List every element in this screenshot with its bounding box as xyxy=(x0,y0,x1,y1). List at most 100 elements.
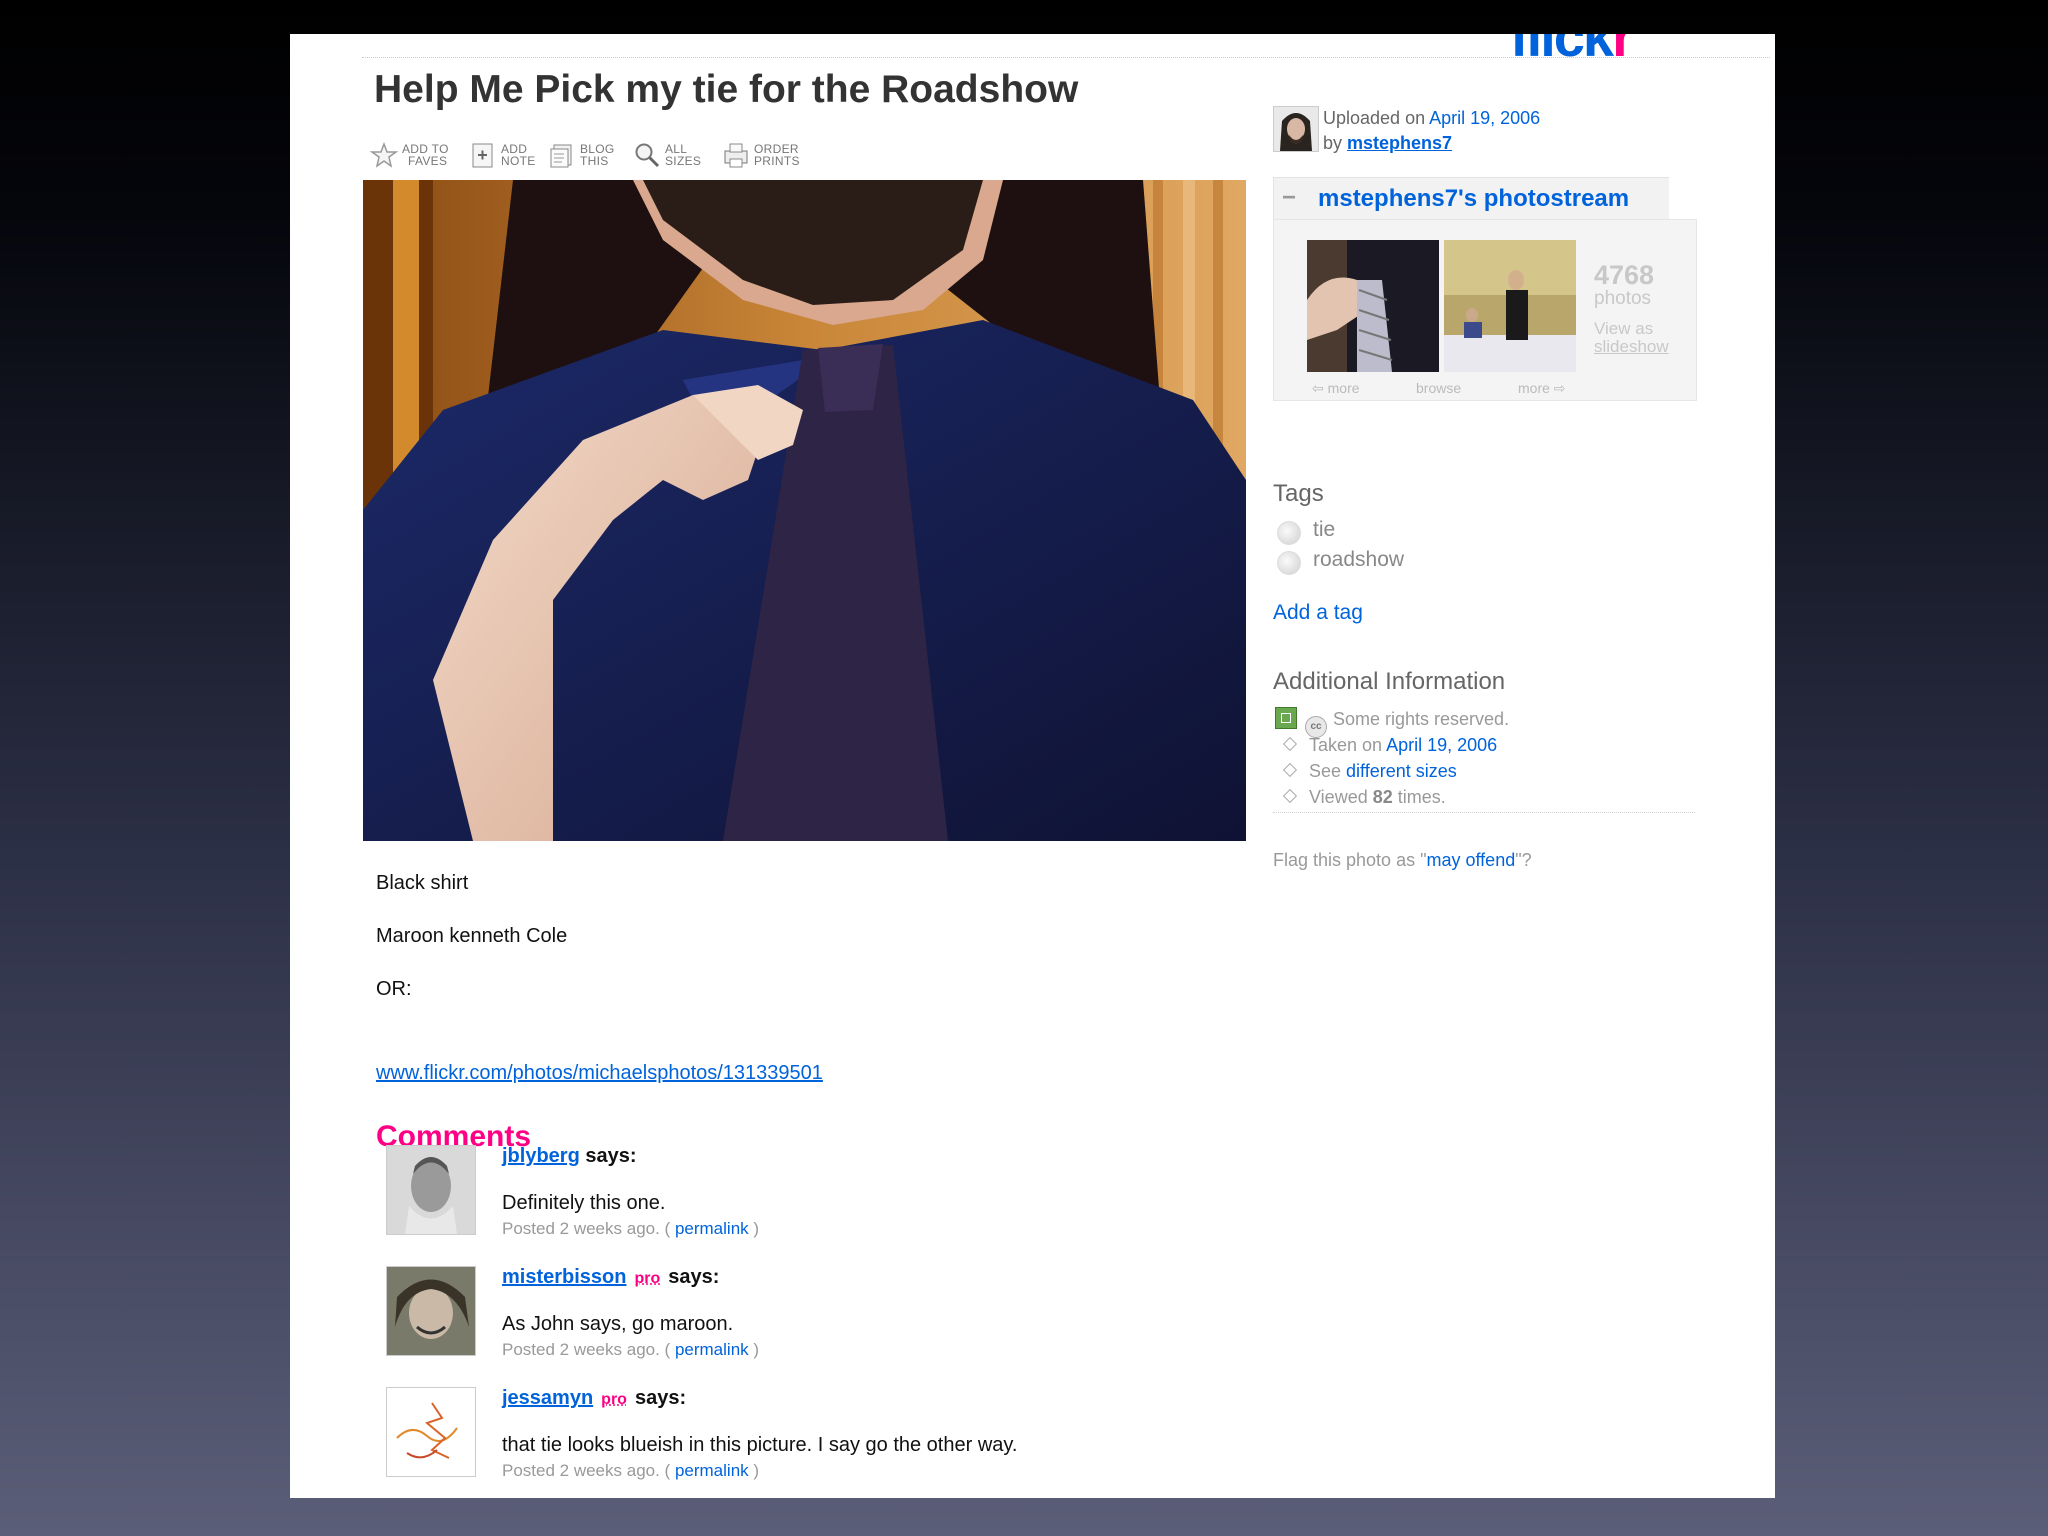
photostream-thumb-current[interactable] xyxy=(1307,240,1439,372)
by-label: by xyxy=(1323,133,1343,153)
viewed-suffix: times. xyxy=(1397,787,1446,807)
collapse-icon[interactable]: − xyxy=(1282,184,1296,212)
description-link[interactable]: www.flickr.com/photos/michaelsphotos/131… xyxy=(376,1062,823,1085)
permalink-link[interactable]: permalink xyxy=(675,1340,749,1359)
comment-meta: Posted 2 weeks ago. ( permalink ) xyxy=(502,1219,759,1239)
description-line: Maroon kenneth Cole xyxy=(376,925,568,947)
bullet-icon xyxy=(1282,762,1298,778)
additional-info-heading: Additional Information xyxy=(1273,668,1506,695)
uploaded-label: Uploaded on xyxy=(1323,108,1426,128)
flag-prefix: Flag this photo as " xyxy=(1273,850,1427,870)
avatar-image xyxy=(387,1267,475,1355)
tag-globe-icon xyxy=(1277,521,1301,545)
pro-badge[interactable]: pro xyxy=(601,1391,627,1408)
comment-text: As John says, go maroon. xyxy=(502,1313,734,1335)
uploaded-date-link[interactable]: April 19, 2006 xyxy=(1429,108,1540,128)
description-line: OR: xyxy=(376,978,412,1000)
tag-globe-icon xyxy=(1277,551,1301,575)
flag-suffix: "? xyxy=(1515,850,1532,870)
toolbar-label: SIZES xyxy=(665,154,702,168)
add-note-icon xyxy=(472,143,493,168)
taken-label: Taken on xyxy=(1309,735,1383,755)
comment-item: misterbisson pro says: As John says, go ma… xyxy=(386,1266,1106,1366)
photostream-link[interactable]: mstephens7's photostream xyxy=(1318,185,1629,213)
header-divider xyxy=(362,57,1770,58)
magnifier-icon xyxy=(635,143,660,168)
paren-close: ) xyxy=(753,1219,760,1238)
comment-text: Definitely this one. xyxy=(502,1192,666,1214)
toolbar-label: FAVES xyxy=(408,154,448,168)
photo-image xyxy=(363,180,1246,841)
toolbar-label: THIS xyxy=(580,154,609,168)
comment-meta: Posted 2 weeks ago. ( permalink ) xyxy=(502,1461,759,1481)
prints-icon xyxy=(724,143,748,168)
permalink-link[interactable]: permalink xyxy=(675,1219,749,1238)
paren-close: ) xyxy=(753,1461,760,1480)
photo-title: Help Me Pick my tie for the Roadshow xyxy=(374,68,1079,111)
different-sizes-link[interactable]: different sizes xyxy=(1346,761,1457,781)
view-as-label: View as xyxy=(1594,319,1654,338)
add-tag-link[interactable]: Add a tag xyxy=(1273,601,1363,625)
sizes-line: See different sizes xyxy=(1273,761,1457,782)
flag-line: Flag this photo as "may offend"? xyxy=(1273,850,1532,871)
comment-item: jessamyn pro says: that tie looks blueish … xyxy=(386,1387,1106,1487)
thumb-image xyxy=(1307,240,1439,372)
rights-text[interactable]: Some rights reserved. xyxy=(1333,709,1509,729)
photostream-tab: − mstephens7's photostream xyxy=(1273,177,1669,220)
photo-count-label: photos xyxy=(1594,288,1652,309)
comment-meta: Posted 2 weeks ago. ( permalink ) xyxy=(502,1340,759,1360)
posted-text: Posted 2 weeks ago. ( xyxy=(502,1461,671,1480)
comment-text: that tie looks blueish in this picture. … xyxy=(502,1434,1018,1456)
flickr-logo[interactable]: flickr xyxy=(1510,34,1634,69)
avatar[interactable] xyxy=(386,1145,476,1235)
slideshow-link[interactable]: slideshow xyxy=(1594,337,1669,356)
photostream-box: 4768 photos View as slideshow ⇦ more brow… xyxy=(1273,219,1697,401)
taken-date-link[interactable]: April 19, 2006 xyxy=(1386,735,1497,755)
paren-close: ) xyxy=(753,1340,760,1359)
tag-label: tie xyxy=(1313,518,1336,541)
avatar[interactable] xyxy=(386,1387,476,1477)
tag-label: roadshow xyxy=(1313,548,1405,571)
avatar-image xyxy=(387,1388,475,1476)
main-photo[interactable] xyxy=(363,180,1246,841)
cc-license-icon[interactable] xyxy=(1275,707,1297,729)
pro-badge[interactable]: pro xyxy=(634,1270,660,1287)
toolbar-label: PRINTS xyxy=(754,154,800,168)
thumb-image xyxy=(1444,240,1576,372)
logo-text: flick xyxy=(1510,34,1614,68)
toolbar-label: NOTE xyxy=(501,154,536,168)
previous-more-link[interactable]: ⇦ more xyxy=(1312,380,1360,397)
photo-count: 4768 xyxy=(1594,260,1655,290)
permalink-link[interactable]: permalink xyxy=(675,1461,749,1480)
tags-heading: Tags xyxy=(1273,480,1324,507)
says-label: says: xyxy=(634,1387,687,1409)
bullet-icon xyxy=(1282,736,1298,752)
views-line: Viewed 82 times. xyxy=(1273,787,1446,808)
viewed-label: Viewed xyxy=(1309,787,1368,807)
posted-text: Posted 2 weeks ago. ( xyxy=(502,1219,671,1238)
upload-info: Uploaded on April 19, 2006 by mstephens7 xyxy=(1323,106,1540,156)
bullet-icon xyxy=(1282,788,1298,804)
comment-author-link[interactable]: jessamyn xyxy=(502,1387,593,1409)
next-more-link[interactable]: more ⇨ xyxy=(1518,380,1566,397)
avatar[interactable] xyxy=(386,1266,476,1356)
star-icon xyxy=(370,141,398,168)
uploader-avatar[interactable] xyxy=(1273,106,1319,152)
description-line: Black shirt xyxy=(376,872,469,894)
see-label: See xyxy=(1309,761,1342,781)
uploader-link[interactable]: mstephens7 xyxy=(1347,133,1452,153)
sidebar-divider xyxy=(1273,812,1695,813)
may-offend-link[interactable]: may offend xyxy=(1426,850,1515,870)
view-count: 82 xyxy=(1372,787,1393,807)
comment-author-link[interactable]: jblyberg xyxy=(502,1145,580,1167)
posted-text: Posted 2 weeks ago. ( xyxy=(502,1340,671,1359)
uploader-avatar-image xyxy=(1274,107,1318,151)
comment-item: jblyberg says: Definitely this one. Post… xyxy=(386,1145,1106,1245)
view-as-slideshow[interactable]: View as slideshow xyxy=(1594,320,1669,356)
taken-on-line: Taken on April 19, 2006 xyxy=(1273,735,1497,756)
comment-author-link[interactable]: misterbisson xyxy=(502,1266,626,1288)
says-label: says: xyxy=(585,1145,637,1167)
browse-link[interactable]: browse xyxy=(1416,380,1461,396)
photostream-thumb-next[interactable] xyxy=(1444,240,1576,372)
avatar-image xyxy=(387,1146,475,1234)
